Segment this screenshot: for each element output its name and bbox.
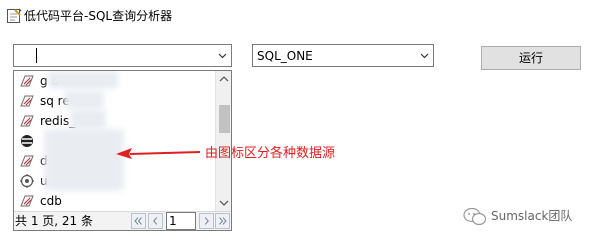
text-caret (36, 48, 37, 63)
gear-db-icon (20, 174, 34, 188)
list-item-label: cdb (40, 194, 62, 208)
sql-server-icon (20, 95, 34, 107)
next-page-icon[interactable] (199, 213, 214, 229)
chevron-down-icon[interactable] (214, 45, 231, 66)
database-combo[interactable]: SQL_ONE (252, 44, 434, 67)
watermark: Sumslack团队 (459, 205, 589, 229)
redaction-blur (44, 129, 124, 191)
annotation-arrow-icon (116, 148, 200, 159)
run-button[interactable]: 运行 (481, 46, 581, 70)
list-item[interactable]: cdb (14, 191, 215, 211)
sql-server-icon (20, 115, 34, 127)
scrollbar-thumb[interactable] (219, 105, 230, 133)
pager-info: 共 1 页, 21 条 (15, 214, 93, 228)
first-page-icon[interactable] (131, 213, 146, 229)
chevron-down-icon[interactable] (416, 45, 433, 66)
sql-server-icon (20, 155, 34, 167)
db-cylinder-icon (21, 135, 33, 147)
wechat-icon (463, 207, 487, 226)
scroll-up-icon[interactable] (216, 71, 232, 87)
list-scrollbar[interactable] (215, 71, 232, 211)
annotation-text: 由图标区分各种数据源 (205, 146, 336, 161)
sql-server-icon (20, 195, 34, 207)
sql-server-icon (20, 75, 34, 87)
page-number-input[interactable]: 1 (166, 212, 196, 230)
datasource-list: g d sq re redis_ (14, 71, 215, 211)
last-page-icon[interactable] (215, 213, 230, 229)
title-bar: 低代码平台-SQL查询分析器 (0, 0, 599, 32)
redaction-blur (48, 71, 118, 89)
database-combo-value: SQL_ONE (257, 49, 313, 63)
scroll-down-icon[interactable] (216, 195, 232, 211)
datasource-combo[interactable] (13, 44, 232, 67)
redaction-blur (64, 91, 104, 109)
window-title: 低代码平台-SQL查询分析器 (24, 9, 173, 23)
watermark-text: Sumslack团队 (491, 209, 573, 223)
pager: 共 1 页, 21 条 1 (14, 211, 231, 230)
list-item[interactable]: sq re (14, 91, 215, 112)
redaction-blur (70, 109, 106, 129)
app-icon (7, 8, 22, 23)
prev-page-icon[interactable] (148, 213, 163, 229)
